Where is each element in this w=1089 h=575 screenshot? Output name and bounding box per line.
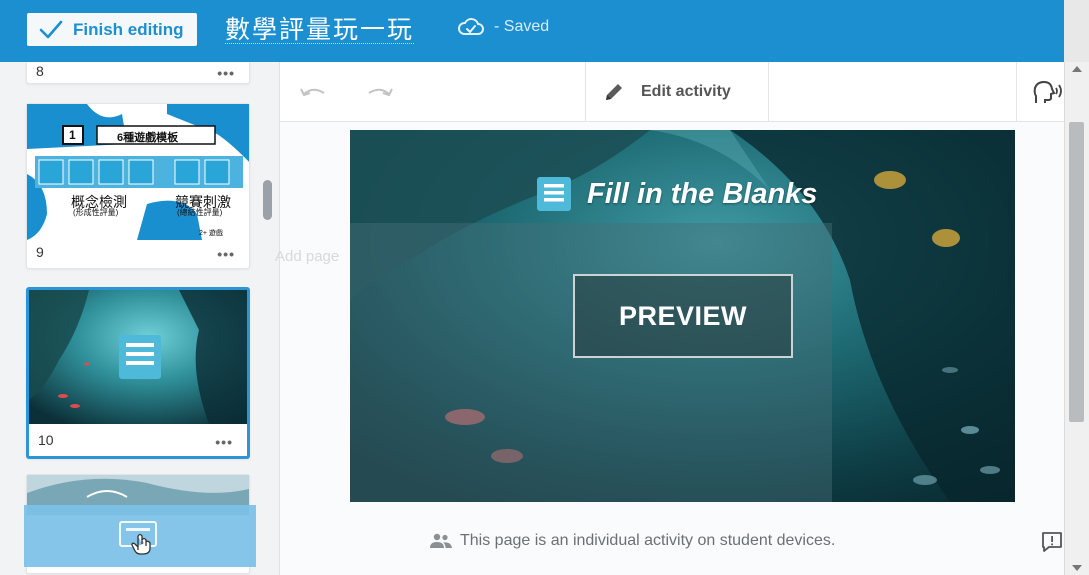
preview-button[interactable]: PREVIEW: [573, 274, 793, 358]
toolbar-divider: [768, 62, 769, 122]
slide-thumbnail-10-selected[interactable]: 10 •••: [26, 287, 250, 459]
slide-menu-button[interactable]: •••: [217, 246, 235, 262]
slide-9-footer: 2+ 遊戲: [199, 230, 223, 237]
slide-number: 9: [36, 244, 44, 260]
app-window: Finish editing 數學評量玩一玩 - Saved 8 ••• 1 6…: [0, 0, 1089, 575]
slide-9-badge: 1: [69, 128, 76, 142]
document-icon: [537, 177, 571, 211]
slide-menu-button[interactable]: •••: [215, 434, 233, 450]
people-icon: [430, 533, 452, 548]
slide-thumbnail-9[interactable]: 1 6種遊戲模板 概念檢測 (形成性評量) 競賽刺激 (總結性評量) 2+ 遊戲…: [26, 103, 250, 269]
finish-editing-button[interactable]: Finish editing: [27, 13, 197, 46]
saved-label: - Saved: [494, 18, 550, 35]
slide-preview-image: [27, 104, 249, 240]
scrollbar-cap: [1064, 0, 1089, 62]
activity-title: Fill in the Blanks: [535, 175, 817, 213]
slide-9-right-sub: (總結性評量): [177, 208, 223, 217]
edit-activity-button[interactable]: Edit activity: [585, 62, 768, 122]
activity-scope-text: This page is an individual activity on s…: [460, 532, 836, 549]
edit-activity-label: Edit activity: [641, 83, 731, 100]
slide-10-artwork: [29, 290, 247, 424]
toolbar-divider: [1016, 62, 1017, 122]
ghost-add-page-label: Add page: [275, 248, 340, 265]
top-bar: Finish editing 數學評量玩一玩 - Saved: [0, 0, 1089, 62]
scroll-down-arrow-icon[interactable]: [1072, 565, 1082, 571]
check-icon: [39, 20, 63, 38]
activity-scope-note: This page is an individual activity on s…: [430, 532, 835, 550]
feedback-icon[interactable]: [1040, 530, 1064, 554]
hand-cursor-icon: [119, 521, 157, 555]
slide-thumbnail-8[interactable]: 8 •••: [26, 62, 250, 84]
slide-menu-button[interactable]: •••: [217, 65, 235, 81]
scrollbar-thumb[interactable]: [1069, 122, 1084, 422]
cloud-check-icon: [458, 18, 484, 35]
redo-icon[interactable]: [365, 84, 395, 102]
slide-9-artwork: [27, 104, 249, 240]
add-slide-drag-tile[interactable]: [24, 505, 256, 567]
slide-9-title: 6種遊戲模板: [117, 132, 179, 144]
activity-title-text: Fill in the Blanks: [587, 177, 818, 210]
slide-9-left-sub: (形成性評量): [73, 208, 119, 217]
slide-number: 10: [38, 432, 54, 448]
sidebar-scrollbar-thumb[interactable]: [263, 180, 272, 220]
voice-icon[interactable]: [1032, 79, 1064, 107]
preview-overlay: [350, 223, 832, 502]
slide-preview-image: [29, 290, 247, 424]
slide-number: 8: [36, 63, 44, 79]
undo-icon[interactable]: [298, 84, 328, 102]
save-status: - Saved: [456, 15, 549, 39]
finish-editing-label: Finish editing: [73, 19, 184, 39]
scroll-up-arrow-icon[interactable]: [1072, 66, 1082, 72]
lesson-title[interactable]: 數學評量玩一玩: [225, 10, 415, 44]
main-vertical-scrollbar[interactable]: [1064, 62, 1089, 575]
editor-toolbar: Edit activity: [280, 62, 1064, 122]
pencil-icon: [606, 84, 622, 100]
